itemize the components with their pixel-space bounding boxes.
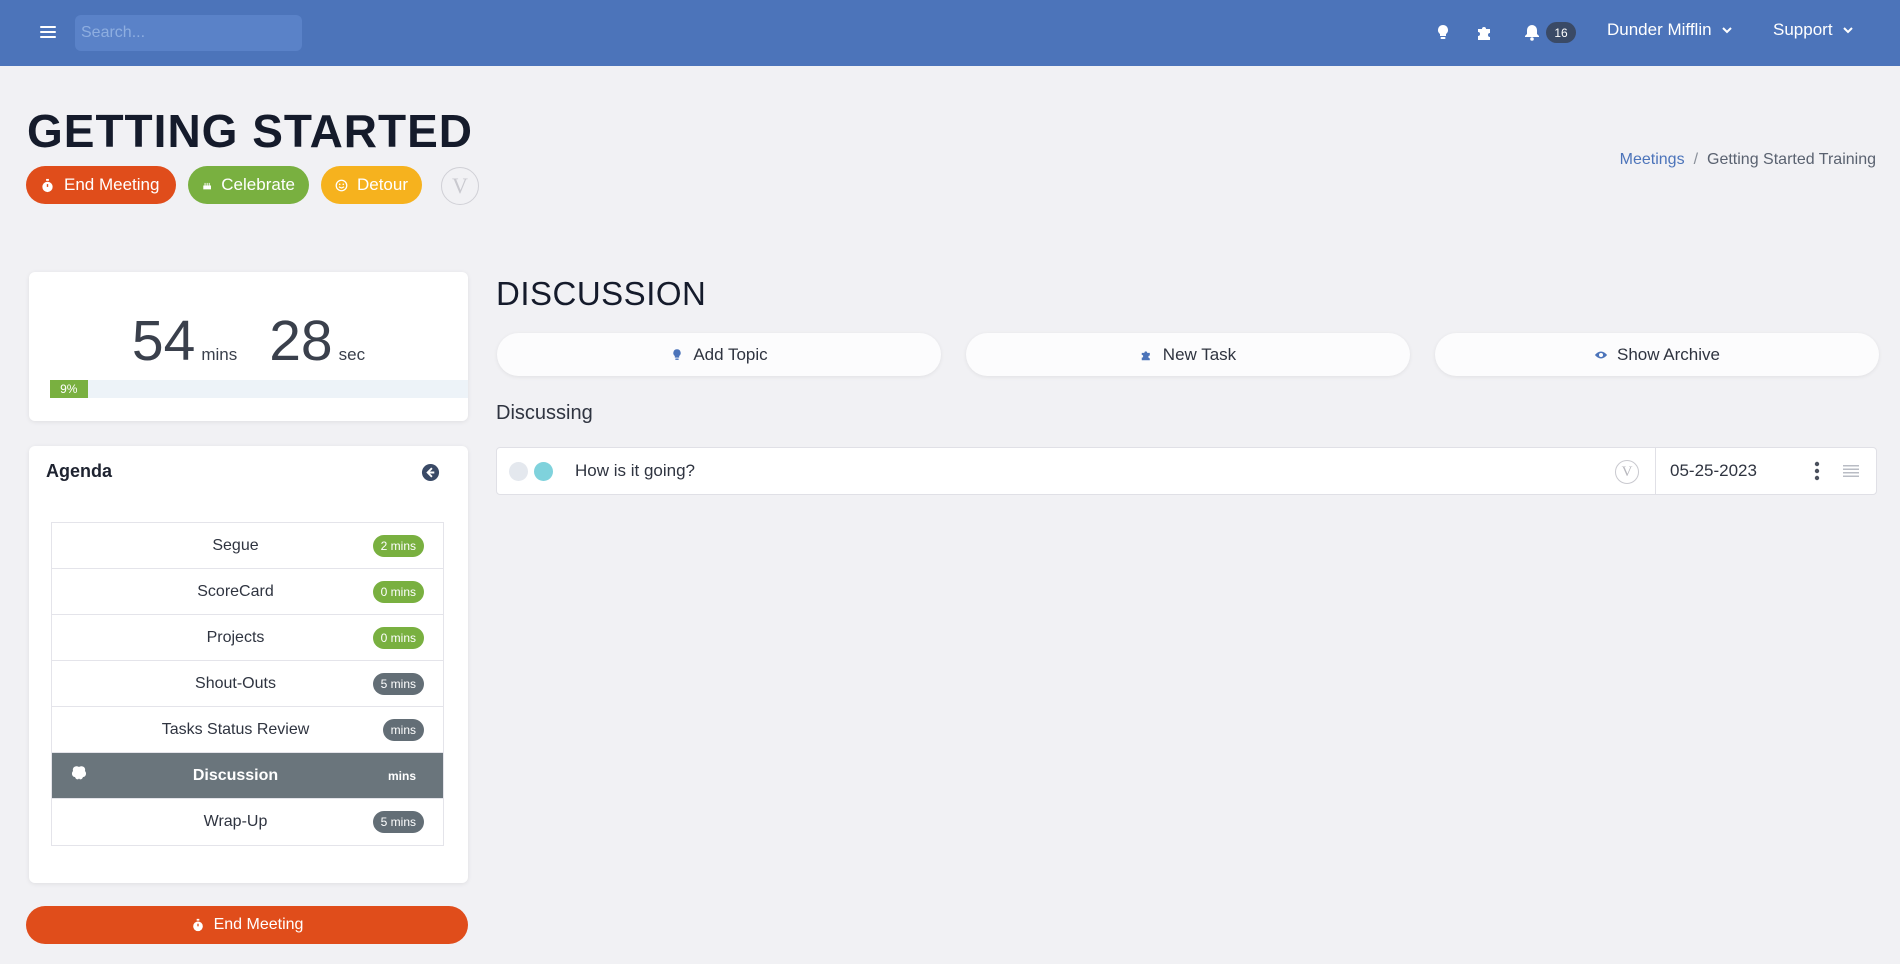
timer-seconds-unit: sec — [338, 345, 366, 364]
agenda-item-label: Discussion — [192, 766, 279, 784]
topic-text: How is it going? — [575, 461, 696, 480]
agenda-item-label: Projects — [206, 628, 265, 646]
breadcrumb-meetings-link[interactable]: Meetings — [1620, 151, 1685, 169]
smiley-icon — [335, 179, 348, 191]
agenda-card: Agenda Segue 2 mins ScoreCard 0 mins Project… — [29, 446, 468, 883]
eye-icon — [1594, 351, 1608, 358]
topic-date[interactable]: 05-25-2023 — [1655, 448, 1815, 494]
status-dot-gray[interactable] — [509, 462, 528, 481]
drag-handle-icon[interactable] — [1843, 464, 1859, 478]
agenda-duration-badge: 5 mins — [372, 811, 424, 833]
agenda-item-label: ScoreCard — [197, 582, 274, 600]
meeting-progress-bar: 9% — [50, 380, 468, 398]
agenda-duration-badge: 0 mins — [372, 581, 424, 603]
timer-seconds: 28 — [269, 309, 333, 373]
agenda-item[interactable]: Discussion mins — [52, 753, 443, 799]
add-topic-button[interactable]: Add Topic — [497, 333, 941, 376]
add-topic-label: Add Topic — [693, 344, 768, 364]
search-input[interactable] — [75, 15, 302, 51]
timer-card: 54 mins 28 sec 9% — [29, 272, 468, 421]
agenda-item-label: Shout-Outs — [195, 674, 276, 692]
agenda-list: Segue 2 mins ScoreCard 0 mins Projects 0 mins… — [51, 522, 444, 846]
breadcrumb-separator: / — [1693, 151, 1699, 168]
agenda-item[interactable]: Tasks Status Review mins — [52, 707, 443, 753]
agenda-duration-badge: mins — [382, 719, 424, 741]
agenda-item[interactable]: Shout-Outs 5 mins — [52, 661, 443, 707]
show-archive-button[interactable]: Show Archive — [1435, 333, 1879, 376]
agenda-item-label: Tasks Status Review — [161, 720, 310, 738]
agenda-duration-badge: 0 mins — [372, 627, 424, 649]
timer-minutes-unit: mins — [201, 345, 238, 364]
topic-owner-logo: V — [1615, 460, 1639, 484]
agenda-duration-badge: mins — [387, 769, 416, 783]
topic-row[interactable]: How is it going? V 05-25-2023 — [496, 447, 1877, 495]
page-title: GETTING STARTED — [27, 105, 474, 157]
timer-minutes: 54 — [131, 309, 196, 373]
org-name: Dunder Mifflin — [1607, 20, 1712, 39]
arrow-left-circle-icon[interactable] — [421, 463, 440, 482]
menu-icon[interactable] — [40, 24, 56, 40]
show-archive-label: Show Archive — [1617, 344, 1720, 364]
end-meeting-bottom-label: End Meeting — [213, 916, 304, 933]
top-navbar: 16 Dunder Mifflin Support — [0, 0, 1900, 66]
agenda-item[interactable]: Projects 0 mins — [52, 615, 443, 661]
agenda-duration-badge: 5 mins — [372, 673, 424, 695]
lightbulb-icon[interactable] — [1433, 22, 1453, 42]
agenda-item[interactable]: ScoreCard 0 mins — [52, 569, 443, 615]
agenda-title: Agenda — [46, 461, 113, 481]
breadcrumb-current: Getting Started Training — [1707, 151, 1876, 168]
chevron-down-icon — [1842, 27, 1853, 34]
brain-icon — [71, 766, 87, 780]
new-task-label: New Task — [1162, 344, 1237, 364]
notification-count-badge[interactable]: 16 — [1546, 22, 1576, 43]
discussing-subheading: Discussing — [496, 402, 593, 424]
agenda-duration-badge: 2 mins — [372, 535, 424, 557]
end-meeting-bottom-button[interactable]: End Meeting — [26, 906, 468, 944]
new-task-button[interactable]: New Task — [966, 333, 1410, 376]
end-meeting-button[interactable]: End Meeting — [26, 166, 176, 204]
chevron-down-icon — [1721, 27, 1732, 34]
status-dot-teal[interactable] — [534, 462, 553, 481]
stopwatch-icon — [42, 178, 53, 192]
celebrate-label: Celebrate — [221, 175, 295, 194]
agenda-item-label: Segue — [212, 536, 259, 554]
support-label: Support — [1773, 20, 1833, 39]
section-title: DISCUSSION — [496, 275, 707, 312]
more-options-icon[interactable] — [1811, 460, 1823, 482]
puzzle-icon — [1141, 350, 1150, 360]
bell-icon[interactable] — [1522, 22, 1542, 42]
lightbulb-icon — [673, 348, 682, 360]
puzzle-icon[interactable] — [1475, 22, 1495, 42]
agenda-item[interactable]: Wrap-Up 5 mins — [52, 799, 443, 845]
org-menu[interactable]: Dunder Mifflin — [1607, 20, 1732, 40]
detour-label: Detour — [356, 175, 408, 194]
end-meeting-label: End Meeting — [64, 175, 160, 194]
cake-icon — [203, 182, 211, 189]
agenda-item-label: Wrap-Up — [203, 813, 268, 830]
breadcrumb: Meetings / Getting Started Training — [1620, 151, 1876, 169]
progress-fill: 9% — [50, 380, 88, 398]
agenda-item[interactable]: Segue 2 mins — [52, 523, 443, 569]
support-menu[interactable]: Support — [1773, 20, 1853, 40]
celebrate-button[interactable]: Celebrate — [188, 166, 309, 204]
v-logo[interactable]: V — [441, 167, 479, 205]
stopwatch-icon — [192, 918, 203, 932]
detour-button[interactable]: Detour — [321, 166, 422, 204]
timer-display: 54 mins 28 sec — [29, 308, 468, 374]
